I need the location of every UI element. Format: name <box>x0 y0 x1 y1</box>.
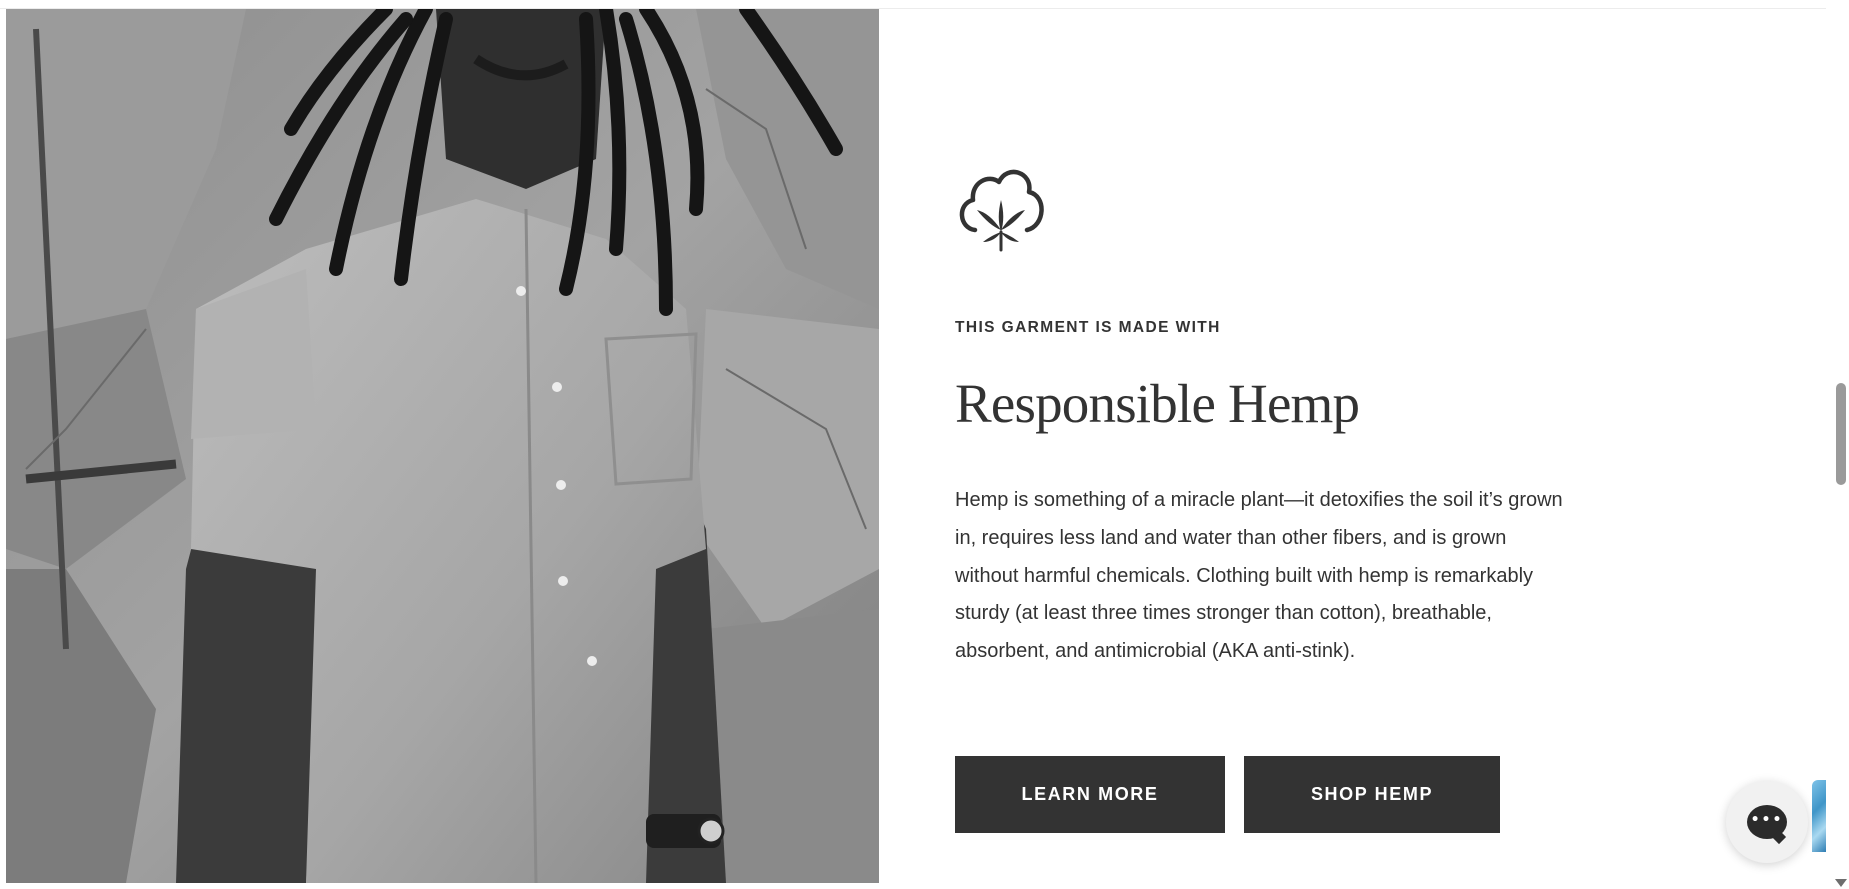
product-model-photo <box>6 9 879 883</box>
side-widget-tab[interactable] <box>1812 780 1826 852</box>
chat-icon: ••• <box>1747 805 1787 839</box>
learn-more-button[interactable]: LEARN MORE <box>955 756 1225 833</box>
page-title: Responsible Hemp <box>955 373 1360 434</box>
scrollbar-thumb[interactable] <box>1836 383 1846 485</box>
scroll-down-arrow-icon[interactable] <box>1835 879 1847 887</box>
chat-dots: ••• <box>1750 811 1784 828</box>
hemp-description: Hemp is something of a miracle plant—it … <box>955 489 1563 663</box>
chat-launcher-button[interactable]: ••• <box>1726 781 1808 863</box>
hemp-info-section: THIS GARMENT IS MADE WITH Responsible He… <box>955 0 1605 889</box>
page-scrollbar[interactable] <box>1832 0 1849 889</box>
shop-hemp-button[interactable]: SHOP HEMP <box>1244 756 1500 833</box>
eyebrow-label: THIS GARMENT IS MADE WITH <box>955 319 1221 336</box>
cotton-hemp-leaf-icon <box>955 160 1047 252</box>
